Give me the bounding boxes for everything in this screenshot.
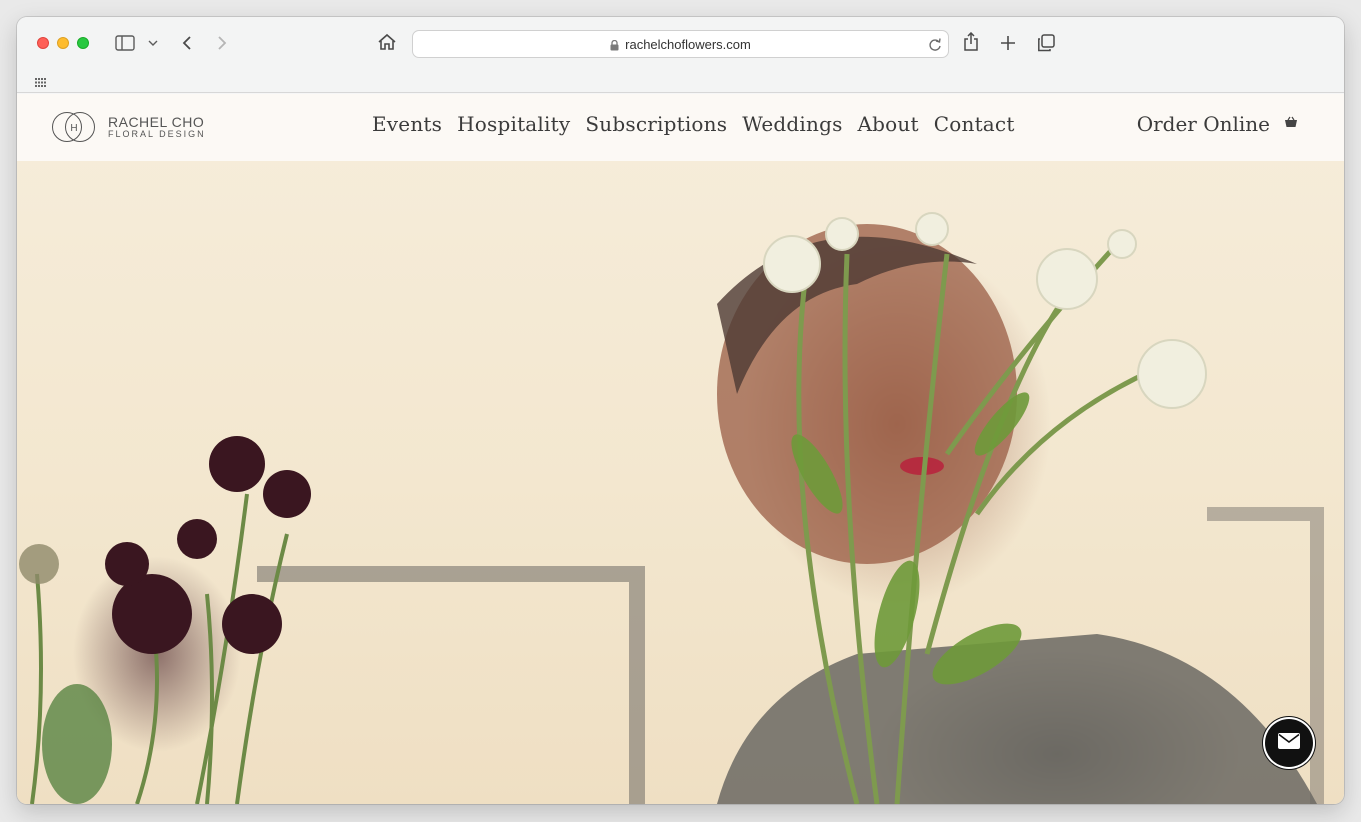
url-text: rachelchoflowers.com (625, 36, 751, 52)
site-header: H Rachel Cho Floral Design Events Hospit… (17, 94, 1344, 161)
basket-icon[interactable] (1284, 115, 1298, 133)
home-icon[interactable] (376, 32, 398, 52)
zoom-window-button[interactable] (77, 37, 89, 49)
nav-events[interactable]: Events (372, 112, 442, 136)
nav-subscriptions[interactable]: Subscriptions (585, 112, 727, 136)
chevron-down-icon[interactable] (147, 37, 159, 49)
main-nav: Events Hospitality Subscriptions Wedding… (372, 112, 1015, 136)
browser-toolbar: rachelchoflowers.com (17, 17, 1344, 71)
site-logo[interactable]: H Rachel Cho Floral Design (50, 111, 206, 143)
page-content: H Rachel Cho Floral Design Events Hospit… (17, 94, 1344, 804)
logo-monogram: H (50, 111, 98, 143)
nav-hospitality[interactable]: Hospitality (457, 112, 570, 136)
order-online: Order Online (1137, 112, 1298, 136)
back-icon[interactable] (179, 34, 195, 52)
bookmarks-bar (17, 71, 1344, 93)
tabs-overview-icon[interactable] (1036, 33, 1056, 53)
sidebar-icon[interactable] (115, 34, 135, 52)
logo-name: Rachel Cho (108, 114, 205, 130)
close-window-button[interactable] (37, 37, 49, 49)
hero-video (17, 94, 1344, 804)
lock-icon (610, 39, 619, 51)
minimize-window-button[interactable] (57, 37, 69, 49)
nav-contact[interactable]: Contact (934, 112, 1015, 136)
logo-wordmark: Rachel Cho Floral Design (108, 115, 206, 139)
logo-subtitle: Floral Design (108, 129, 206, 139)
nav-weddings[interactable]: Weddings (742, 112, 842, 136)
forward-icon[interactable] (214, 34, 230, 52)
reload-icon[interactable] (928, 36, 942, 55)
address-bar[interactable]: rachelchoflowers.com (412, 30, 949, 58)
new-tab-icon[interactable] (999, 34, 1017, 52)
nav-about[interactable]: About (858, 112, 919, 136)
logo-monogram-letter: H (70, 123, 77, 134)
hero-flowers-illustration (19, 212, 1324, 804)
browser-window: rachelchoflowers.com H RACHEL CHO FLORAL… (17, 17, 1344, 804)
contact-mail-button[interactable] (1265, 719, 1313, 767)
grid-icon[interactable] (34, 76, 46, 88)
mail-icon (1278, 732, 1300, 754)
order-online-link[interactable]: Order Online (1137, 112, 1270, 136)
share-icon[interactable] (962, 31, 980, 53)
